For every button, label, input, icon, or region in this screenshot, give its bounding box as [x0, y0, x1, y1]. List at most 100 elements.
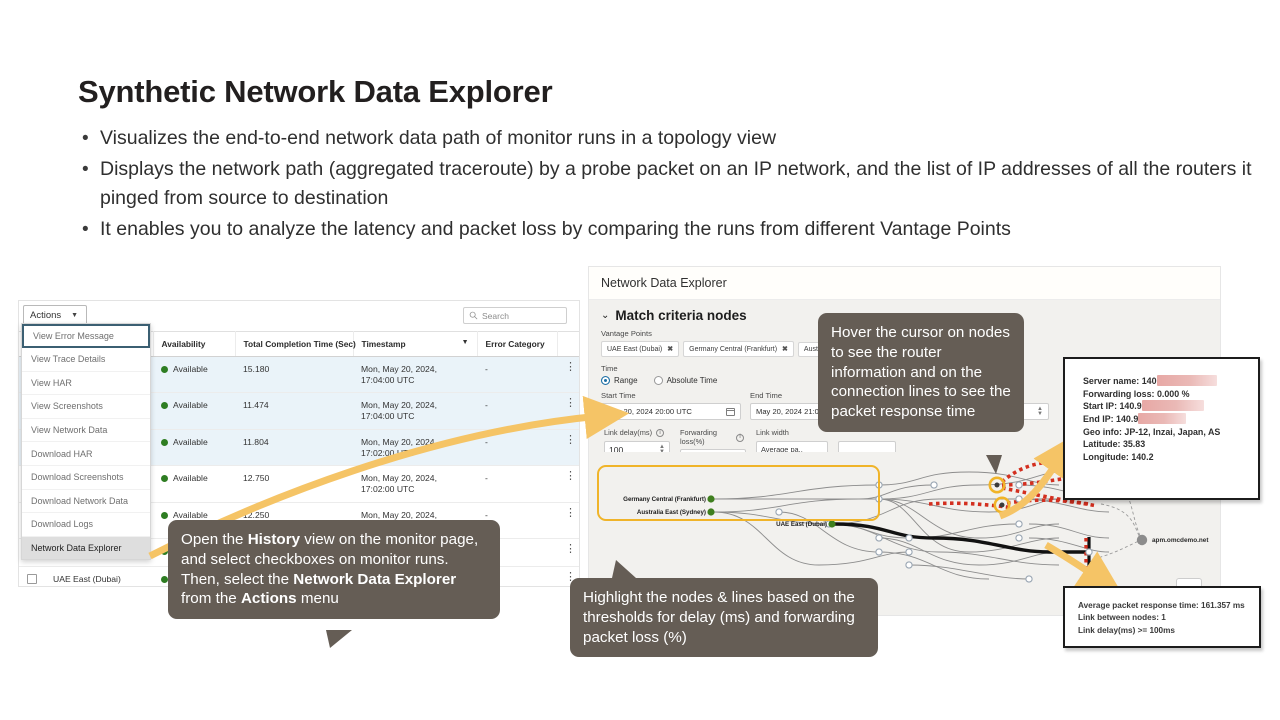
column-header-availability[interactable]: Availability	[153, 331, 236, 357]
menu-item-download-har[interactable]: Download HAR	[22, 442, 150, 466]
menu-item-download-logs[interactable]: Download Logs	[22, 513, 150, 537]
search-input[interactable]: Search	[463, 307, 567, 324]
cell-vantage-point: UAE East (Dubai)	[45, 566, 153, 586]
nde-title: Network Data Explorer	[601, 276, 727, 290]
vantage-node-label-sydney: Australia East (Sydney)	[637, 509, 706, 516]
node-info-tooltip: Server name: 140 Forwarding loss: 0.000 …	[1063, 357, 1260, 500]
cell-row-actions[interactable]: ⋮	[557, 538, 579, 568]
radio-absolute-time[interactable]: Absolute Time	[653, 376, 717, 385]
chevron-expand-icon: ⌄	[601, 310, 610, 321]
forwarding-loss-label: Forwarding loss(%)	[680, 428, 717, 446]
actions-dropdown-menu[interactable]: View Error Message View Trace Details View…	[21, 323, 151, 561]
cell-total-completion-time: 11.474	[235, 392, 353, 430]
cell-availability: Available	[153, 429, 235, 467]
close-icon[interactable]: ✖	[667, 345, 673, 353]
redacted-value	[1138, 412, 1187, 424]
tooltip-line: Link delay(ms) >= 100ms	[1078, 625, 1175, 635]
bullet-text: It enables you to analyze the latency an…	[100, 218, 1011, 240]
sort-descending-icon: ▼	[461, 339, 469, 346]
cell-total-completion-time: 12.750	[235, 465, 353, 503]
cell-availability: Available	[153, 356, 235, 394]
status-badge	[161, 575, 168, 583]
actions-button-label: Actions	[30, 309, 62, 321]
status-badge	[161, 511, 168, 519]
menu-item-download-screenshots[interactable]: Download Screenshots	[22, 466, 150, 490]
list-item: • It enables you to analyze the latency …	[78, 215, 1268, 244]
row-checkbox[interactable]	[27, 574, 37, 585]
kebab-menu-icon[interactable]: ⋮	[565, 434, 576, 445]
cell-timestamp: Mon, May 20, 2024, 17:04:00 UTC	[353, 356, 477, 394]
chevron-down-icon: ▼	[71, 311, 79, 319]
column-header-total-completion-time[interactable]: Total Completion Time (Sec)	[235, 331, 356, 357]
menu-item-network-data-explorer[interactable]: Network Data Explorer	[22, 536, 150, 560]
tooltip-line: Average packet response time: 161.357 ms	[1078, 601, 1245, 610]
tooltip-line: Latitude: 35.83	[1083, 439, 1146, 450]
calendar-icon[interactable]	[726, 407, 735, 416]
tooltip-line: Link between nodes: 1	[1078, 613, 1166, 623]
kebab-menu-icon[interactable]: ⋮	[565, 471, 576, 482]
menu-item-view-screenshots[interactable]: View Screenshots	[22, 395, 150, 419]
bullet-marker: •	[82, 128, 89, 149]
column-header-error-category[interactable]: Error Category	[477, 331, 558, 357]
link-info-tooltip: Average packet response time: 161.357 ms…	[1063, 586, 1261, 648]
kebab-menu-icon[interactable]: ⋮	[565, 544, 576, 555]
kebab-menu-icon[interactable]: ⋮	[565, 507, 576, 518]
availability-label: Available	[173, 364, 208, 374]
menu-item-view-har[interactable]: View HAR	[22, 372, 150, 396]
radio-range[interactable]: Range	[601, 376, 638, 385]
cell-error-category: -	[477, 429, 557, 467]
status-badge	[161, 475, 168, 483]
tooltip-line: Start IP: 140.9	[1083, 400, 1258, 413]
tooltip-line: Forwarding loss: 0.000 %	[1083, 388, 1190, 399]
start-time-label: Start Time	[601, 391, 636, 400]
cell-error-category: -	[477, 465, 557, 503]
availability-label: Available	[173, 473, 208, 484]
link-delay-label: Link delay(ms)	[604, 428, 653, 437]
vantage-point-chip-label: Germany Central (Frankfurt)	[689, 345, 778, 353]
page-title: Synthetic Network Data Explorer	[78, 74, 553, 109]
vantage-point-chip-label: UAE East (Dubai)	[607, 345, 663, 353]
destination-node[interactable]	[1136, 534, 1148, 546]
bullet-text: Displays the network path (aggregated tr…	[100, 158, 1252, 209]
menu-item-view-error-message[interactable]: View Error Message	[22, 324, 150, 348]
close-icon[interactable]: ✖	[782, 345, 788, 353]
start-time-input[interactable]: May 20, 2024 20:00 UTC	[601, 403, 741, 420]
kebab-menu-icon[interactable]: ⋮	[565, 572, 576, 583]
vantage-node-label-dubai: UAE East (Dubai)	[776, 521, 827, 528]
status-badge	[161, 548, 168, 556]
vantage-point-chip[interactable]: Germany Central (Frankfurt) ✖	[683, 341, 794, 357]
callout-hover-nodes: Hover the cursor on nodes to see the rou…	[818, 313, 1024, 432]
cell-total-completion-time: 11.804	[235, 429, 353, 467]
column-header-timestamp-label: Timestamp	[361, 339, 406, 349]
row-checkbox-cell[interactable]	[19, 566, 45, 586]
tooltip-line: Server name: 140	[1083, 375, 1258, 388]
menu-item-download-network-data[interactable]: Download Network Data	[22, 490, 150, 514]
column-header-timestamp[interactable]: Timestamp ▼	[353, 331, 478, 357]
selected-path	[833, 522, 1087, 554]
cell-row-actions[interactable]: ⋮	[557, 392, 579, 430]
info-icon[interactable]: i	[656, 429, 665, 438]
actions-button[interactable]: Actions ▼	[23, 305, 87, 325]
cell-availability: Available	[153, 392, 235, 430]
stepper-icon[interactable]: ▲▼	[1037, 406, 1043, 417]
tooltip-line: Geo info: JP-12, Inzai, Japan, AS	[1083, 426, 1221, 437]
match-criteria-title-label: Match criteria nodes	[615, 308, 747, 323]
cell-timestamp: Mon, May 20, 2024, 17:02:00 UTC	[353, 429, 477, 467]
destination-label: apm.omcdemo.net	[1152, 537, 1209, 544]
availability-label: Available	[173, 509, 208, 520]
menu-item-view-trace-details[interactable]: View Trace Details	[22, 348, 150, 372]
start-time-value: May 20, 2024 20:00 UTC	[607, 407, 692, 416]
kebab-menu-icon[interactable]: ⋮	[565, 398, 576, 409]
cell-row-actions[interactable]: ⋮	[557, 429, 579, 467]
info-icon[interactable]: i	[736, 433, 744, 442]
link-width-label: Link width	[756, 428, 789, 437]
vantage-point-chip[interactable]: UAE East (Dubai) ✖	[601, 341, 680, 357]
cell-row-actions[interactable]: ⋮	[557, 465, 579, 503]
kebab-menu-icon[interactable]: ⋮	[565, 362, 576, 373]
menu-item-view-network-data[interactable]: View Network Data	[22, 419, 150, 443]
bullet-marker: •	[82, 219, 89, 240]
cell-row-actions[interactable]: ⋮	[557, 502, 579, 540]
bullet-text: Visualizes the end-to-end network data p…	[100, 127, 777, 149]
list-item: • Visualizes the end-to-end network data…	[78, 124, 1268, 153]
cell-row-actions[interactable]: ⋮	[557, 356, 579, 394]
